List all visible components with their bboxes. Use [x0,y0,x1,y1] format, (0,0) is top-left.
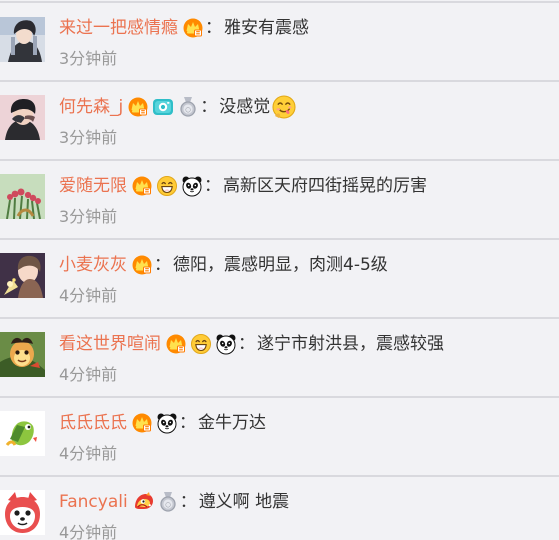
grinning-face-icon[interactable] [156,175,178,197]
username-link[interactable]: 来过一把感情瘾 [59,17,178,39]
camera-icon[interactable] [152,96,174,118]
user-badges: ○ [127,96,199,118]
comment-time: 3分钟前 [59,207,118,226]
comment-line: 小麦灰灰 ： 德阳，震感明显，肉测4-5级 [59,251,388,279]
comment-time: 4分钟前 [59,365,118,384]
comment-time: 4分钟前 [59,523,118,540]
silver-medal-icon[interactable]: ○ [177,96,199,118]
comment-line: Fancyali ○ ： 遵义啊 地震 [59,488,289,516]
vip-crown-icon[interactable] [131,175,153,197]
comment-colon: ： [205,18,222,38]
user-avatar[interactable] [0,17,45,62]
user-avatar[interactable] [0,411,45,456]
comment-row: 小麦灰灰 ： 德阳，震感明显，肉测4-5级 4分钟前 [0,240,559,319]
comment-line: 氐氐氐氐 ： 金牛万达 [59,409,266,437]
silver-medal-icon[interactable]: ○ [157,491,179,513]
yummy-emoji-icon [272,95,296,119]
comment-colon: ： [179,492,197,512]
comment-text: 遵义啊 地震 [198,492,290,512]
panda-icon[interactable] [181,175,203,197]
comment-text: 高新区天府四街摇晃的厉害 [223,176,427,196]
user-badges [131,175,203,197]
grinning-face-icon[interactable] [190,333,212,355]
comment-row: 看这世界喧闹 ： 遂宁市射洪县，震感较强 4分钟前 [0,319,559,398]
comment-time: 4分钟前 [59,444,118,463]
panda-icon[interactable] [156,412,178,434]
user-badges: ○ [132,491,179,513]
panda-icon[interactable] [215,333,237,355]
comment-row: Fancyali ○ ： 遵义啊 地震 4分钟前 [0,477,559,540]
username-link[interactable]: 爱随无限 [59,175,127,197]
comment-time: 3分钟前 [59,49,118,68]
comment-row: 爱随无限 ： 高新区天府四街摇晃的厉害 3分钟前 [0,161,559,240]
comment-line: 来过一把感情瘾 ： 雅安有震感 [59,14,309,42]
vip-crown-icon[interactable] [131,254,153,276]
comment-row: 氐氐氐氐 ： 金牛万达 4分钟前 [0,398,559,477]
username-link[interactable]: Fancyali [59,491,128,513]
username-link[interactable]: 何先森_j [59,96,123,118]
comment-time: 4分钟前 [59,286,118,305]
comment-colon: ： [238,334,255,354]
comment-line: 看这世界喧闹 ： 遂宁市射洪县，震感较强 [59,330,444,358]
user-badges [182,17,204,39]
user-badges [165,333,237,355]
comment-text: 没感觉 [219,97,271,117]
user-avatar[interactable] [0,490,45,535]
username-link[interactable]: 小麦灰灰 [59,254,127,276]
comment-row: 来过一把感情瘾 ： 雅安有震感 3分钟前 [0,3,559,82]
user-badges [131,412,178,434]
username-link[interactable]: 氐氐氐氐 [59,412,127,434]
comment-colon: ： [179,413,196,433]
vip-crown-icon[interactable] [182,17,204,39]
comment-text: 雅安有震感 [224,18,309,38]
vip-crown-icon[interactable] [131,412,153,434]
comment-colon: ： [200,97,218,117]
user-avatar[interactable] [0,95,45,140]
comment-text: 德阳，震感明显，肉测4-5级 [173,255,388,275]
comment-text: 金牛万达 [198,413,266,433]
vip-crown-icon[interactable] [127,96,149,118]
user-avatar[interactable] [0,253,45,298]
user-avatar[interactable] [0,174,45,219]
svg-text:○: ○ [165,501,171,509]
comment-line: 爱随无限 ： 高新区天府四街摇晃的厉害 [59,172,427,200]
user-badges [131,254,153,276]
comment-time: 3分钟前 [59,128,118,147]
comment-text: 遂宁市射洪县，震感较强 [257,334,444,354]
vip-crown-icon[interactable] [165,333,187,355]
comment-line: 何先森_j ○ ： 没感觉 [59,93,297,121]
svg-text:○: ○ [185,106,191,114]
comment-colon: ： [154,255,171,275]
comment-row: 何先森_j ○ ： 没感觉 3分钟前 [0,82,559,161]
comment-colon: ： [204,176,221,196]
lion-dance-icon[interactable] [132,491,154,513]
username-link[interactable]: 看这世界喧闹 [59,333,161,355]
user-avatar[interactable] [0,332,45,377]
comment-feed: 来过一把感情瘾 ： 雅安有震感 3分钟前 何先森_j ○ ： 没感觉 3分钟前 … [0,0,559,540]
